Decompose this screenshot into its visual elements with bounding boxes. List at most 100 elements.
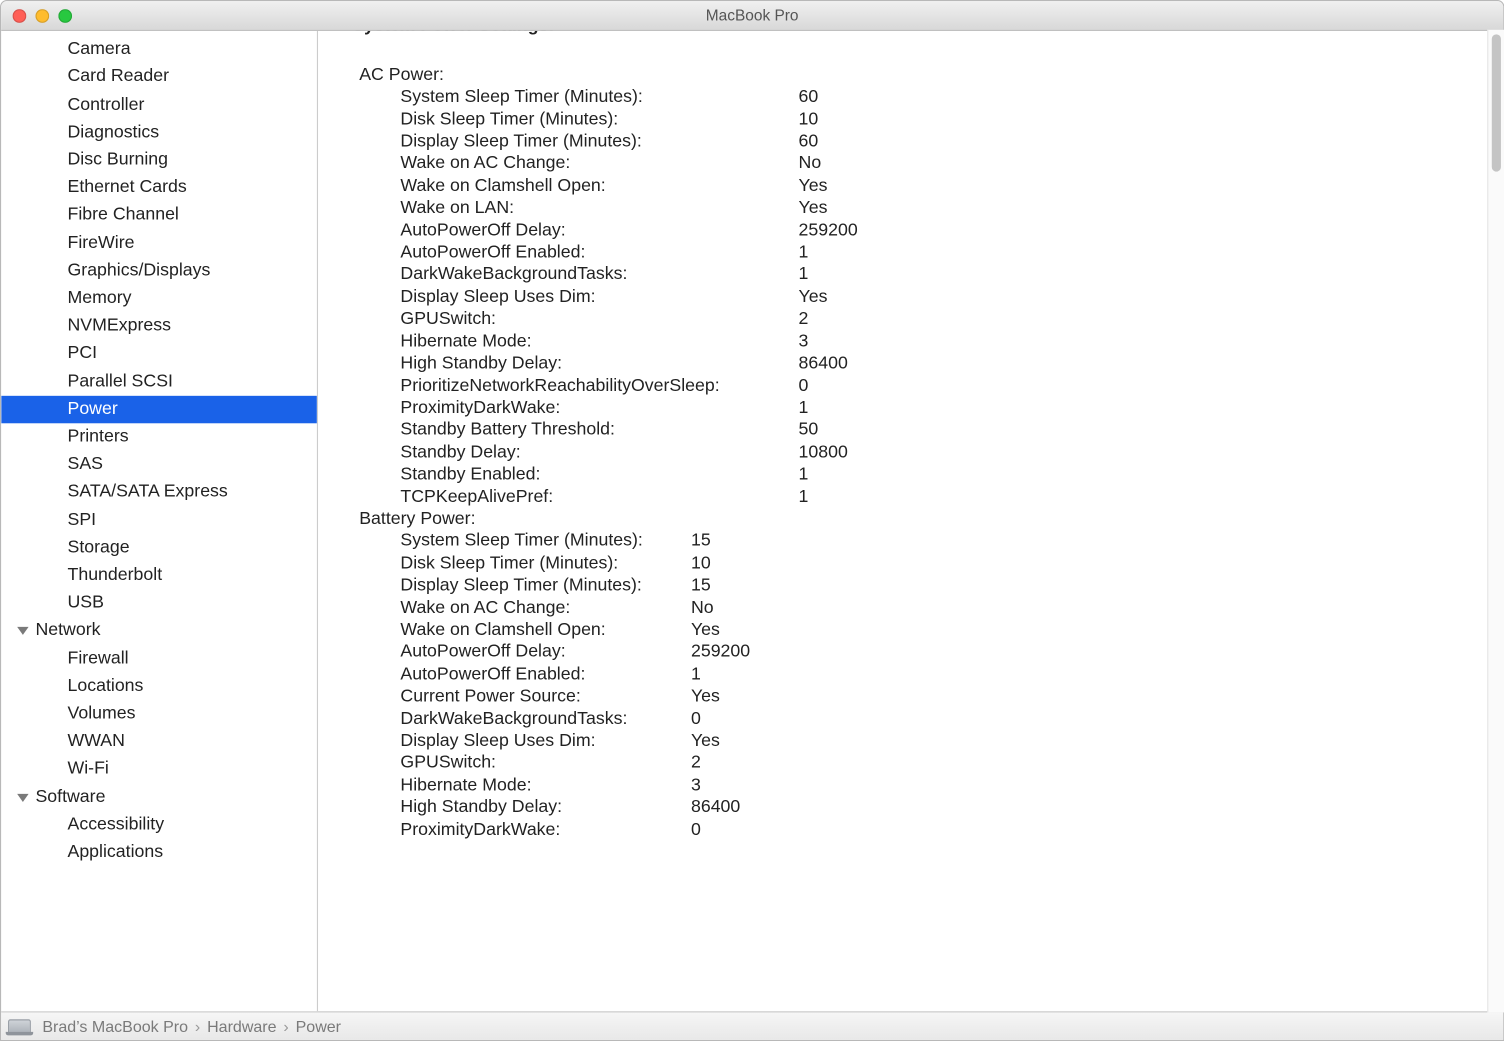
kv-value: No [799, 153, 822, 175]
sidebar-header-software[interactable]: Software [1, 783, 317, 811]
kv-value: 0 [691, 819, 701, 841]
sidebar-header-network[interactable]: Network [1, 617, 317, 645]
sidebar-item-accessibility[interactable]: Accessibility [1, 811, 317, 839]
sidebar-item-firewire[interactable]: FireWire [1, 230, 317, 258]
macbook-icon [8, 1019, 31, 1033]
kv-row: Wake on Clamshell Open:Yes [352, 619, 1480, 641]
kv-key: PrioritizeNetworkReachabilityOverSleep: [352, 375, 798, 397]
minimize-window-button[interactable] [35, 9, 49, 23]
sidebar-item-printers[interactable]: Printers [1, 423, 317, 451]
path-hardware[interactable]: Hardware [207, 1017, 276, 1035]
kv-key: Hibernate Mode: [352, 774, 691, 796]
sidebar-item-sas[interactable]: SAS [1, 451, 317, 479]
disclosure-triangle-icon[interactable] [17, 794, 28, 802]
kv-row: DarkWakeBackgroundTasks:1 [352, 264, 1480, 286]
sidebar-item-card-reader[interactable]: Card Reader [1, 63, 317, 91]
kv-row: Display Sleep Timer (Minutes):60 [352, 130, 1480, 152]
sidebar-item-storage[interactable]: Storage [1, 534, 317, 562]
traffic-lights [1, 9, 72, 23]
kv-value: 15 [691, 530, 711, 552]
sidebar-item-usb[interactable]: USB [1, 589, 317, 617]
sidebar-item-memory[interactable]: Memory [1, 285, 317, 313]
window-titlebar[interactable]: MacBook Pro [1, 1, 1503, 31]
kv-value: 259200 [691, 641, 750, 663]
sidebar-item-fibre-channel[interactable]: Fibre Channel [1, 202, 317, 230]
sidebar-item-firewall[interactable]: Firewall [1, 645, 317, 673]
kv-row: Wake on Clamshell Open:Yes [352, 175, 1480, 197]
kv-key: Display Sleep Timer (Minutes): [352, 574, 691, 596]
kv-value: 10 [799, 108, 819, 130]
kv-value: 1 [691, 663, 701, 685]
kv-row: Standby Delay:10800 [352, 441, 1480, 463]
kv-key: AutoPowerOff Enabled: [352, 241, 798, 263]
kv-row: High Standby Delay:86400 [352, 796, 1480, 818]
kv-row: System Sleep Timer (Minutes):15 [352, 530, 1480, 552]
sidebar-item-pci[interactable]: PCI [1, 340, 317, 368]
kv-key: ProximityDarkWake: [352, 819, 691, 841]
kv-key: Current Power Source: [352, 685, 691, 707]
kv-key: Disk Sleep Timer (Minutes): [352, 108, 798, 130]
kv-key: AutoPowerOff Enabled: [352, 663, 691, 685]
kv-row: AutoPowerOff Delay:259200 [352, 641, 1480, 663]
kv-row: Wake on AC Change:No [352, 153, 1480, 175]
kv-key: Wake on Clamshell Open: [352, 175, 798, 197]
kv-key: Standby Delay: [352, 441, 798, 463]
sidebar-item-ethernet-cards[interactable]: Ethernet Cards [1, 174, 317, 202]
kv-key: GPUSwitch: [352, 308, 798, 330]
kv-row: AutoPowerOff Enabled:1 [352, 241, 1480, 263]
kv-key: System Sleep Timer (Minutes): [352, 530, 691, 552]
sidebar-item-disc-burning[interactable]: Disc Burning [1, 146, 317, 174]
kv-row: DarkWakeBackgroundTasks:0 [352, 708, 1480, 730]
kv-row: Hibernate Mode:3 [352, 330, 1480, 352]
chevron-right-icon: › [283, 1017, 288, 1035]
sidebar-item-volumes[interactable]: Volumes [1, 700, 317, 728]
sidebar-item-controller[interactable]: Controller [1, 91, 317, 119]
kv-key: Standby Battery Threshold: [352, 419, 798, 441]
kv-value: Yes [691, 730, 720, 752]
vertical-scrollbar[interactable] [1487, 30, 1504, 1013]
sidebar-item-locations[interactable]: Locations [1, 673, 317, 701]
kv-row: Disk Sleep Timer (Minutes):10 [352, 552, 1480, 574]
kv-key: Standby Enabled: [352, 463, 798, 485]
kv-value: 2 [691, 752, 701, 774]
kv-row: ProximityDarkWake:1 [352, 397, 1480, 419]
kv-value: 3 [691, 774, 701, 796]
kv-key: TCPKeepAlivePref: [352, 486, 798, 508]
window-title: MacBook Pro [1, 7, 1503, 24]
sidebar-item-graphics-displays[interactable]: Graphics/Displays [1, 257, 317, 285]
kv-value: 60 [799, 86, 819, 108]
zoom-window-button[interactable] [58, 9, 72, 23]
battery-power-header: Battery Power: [352, 508, 1480, 530]
kv-row: Current Power Source:Yes [352, 685, 1480, 707]
kv-key: ProximityDarkWake: [352, 397, 798, 419]
sidebar-item-diagnostics[interactable]: Diagnostics [1, 119, 317, 147]
close-window-button[interactable] [13, 9, 27, 23]
kv-value: 3 [799, 330, 809, 352]
sidebar-item-camera[interactable]: Camera [1, 36, 317, 64]
chevron-right-icon: › [195, 1017, 200, 1035]
kv-value: 86400 [799, 352, 848, 374]
sidebar-item-wi-fi[interactable]: Wi-Fi [1, 756, 317, 784]
sidebar-item-thunderbolt[interactable]: Thunderbolt [1, 562, 317, 590]
kv-value: 0 [691, 708, 701, 730]
sidebar-item-parallel-scsi[interactable]: Parallel SCSI [1, 368, 317, 396]
path-device[interactable]: Brad’s MacBook Pro [42, 1017, 188, 1035]
path-power[interactable]: Power [296, 1017, 341, 1035]
sidebar-item-applications[interactable]: Applications [1, 839, 317, 867]
sidebar[interactable]: BluetoothCameraCard ReaderControllerDiag… [1, 31, 318, 1011]
sidebar-item-sata-sata-express[interactable]: SATA/SATA Express [1, 479, 317, 507]
kv-key: DarkWakeBackgroundTasks: [352, 708, 691, 730]
kv-value: 2 [799, 308, 809, 330]
kv-row: Display Sleep Timer (Minutes):15 [352, 574, 1480, 596]
sidebar-item-nvmexpress[interactable]: NVMExpress [1, 313, 317, 341]
kv-row: Wake on LAN:Yes [352, 197, 1480, 219]
scrollbar-thumb[interactable] [1492, 34, 1501, 171]
kv-key: High Standby Delay: [352, 352, 798, 374]
sidebar-item-power[interactable]: Power [1, 396, 317, 424]
kv-value: 0 [799, 375, 809, 397]
disclosure-triangle-icon[interactable] [17, 627, 28, 635]
kv-row: Display Sleep Uses Dim:Yes [352, 286, 1480, 308]
kv-value: Yes [691, 685, 720, 707]
sidebar-item-spi[interactable]: SPI [1, 506, 317, 534]
sidebar-item-wwan[interactable]: WWAN [1, 728, 317, 756]
